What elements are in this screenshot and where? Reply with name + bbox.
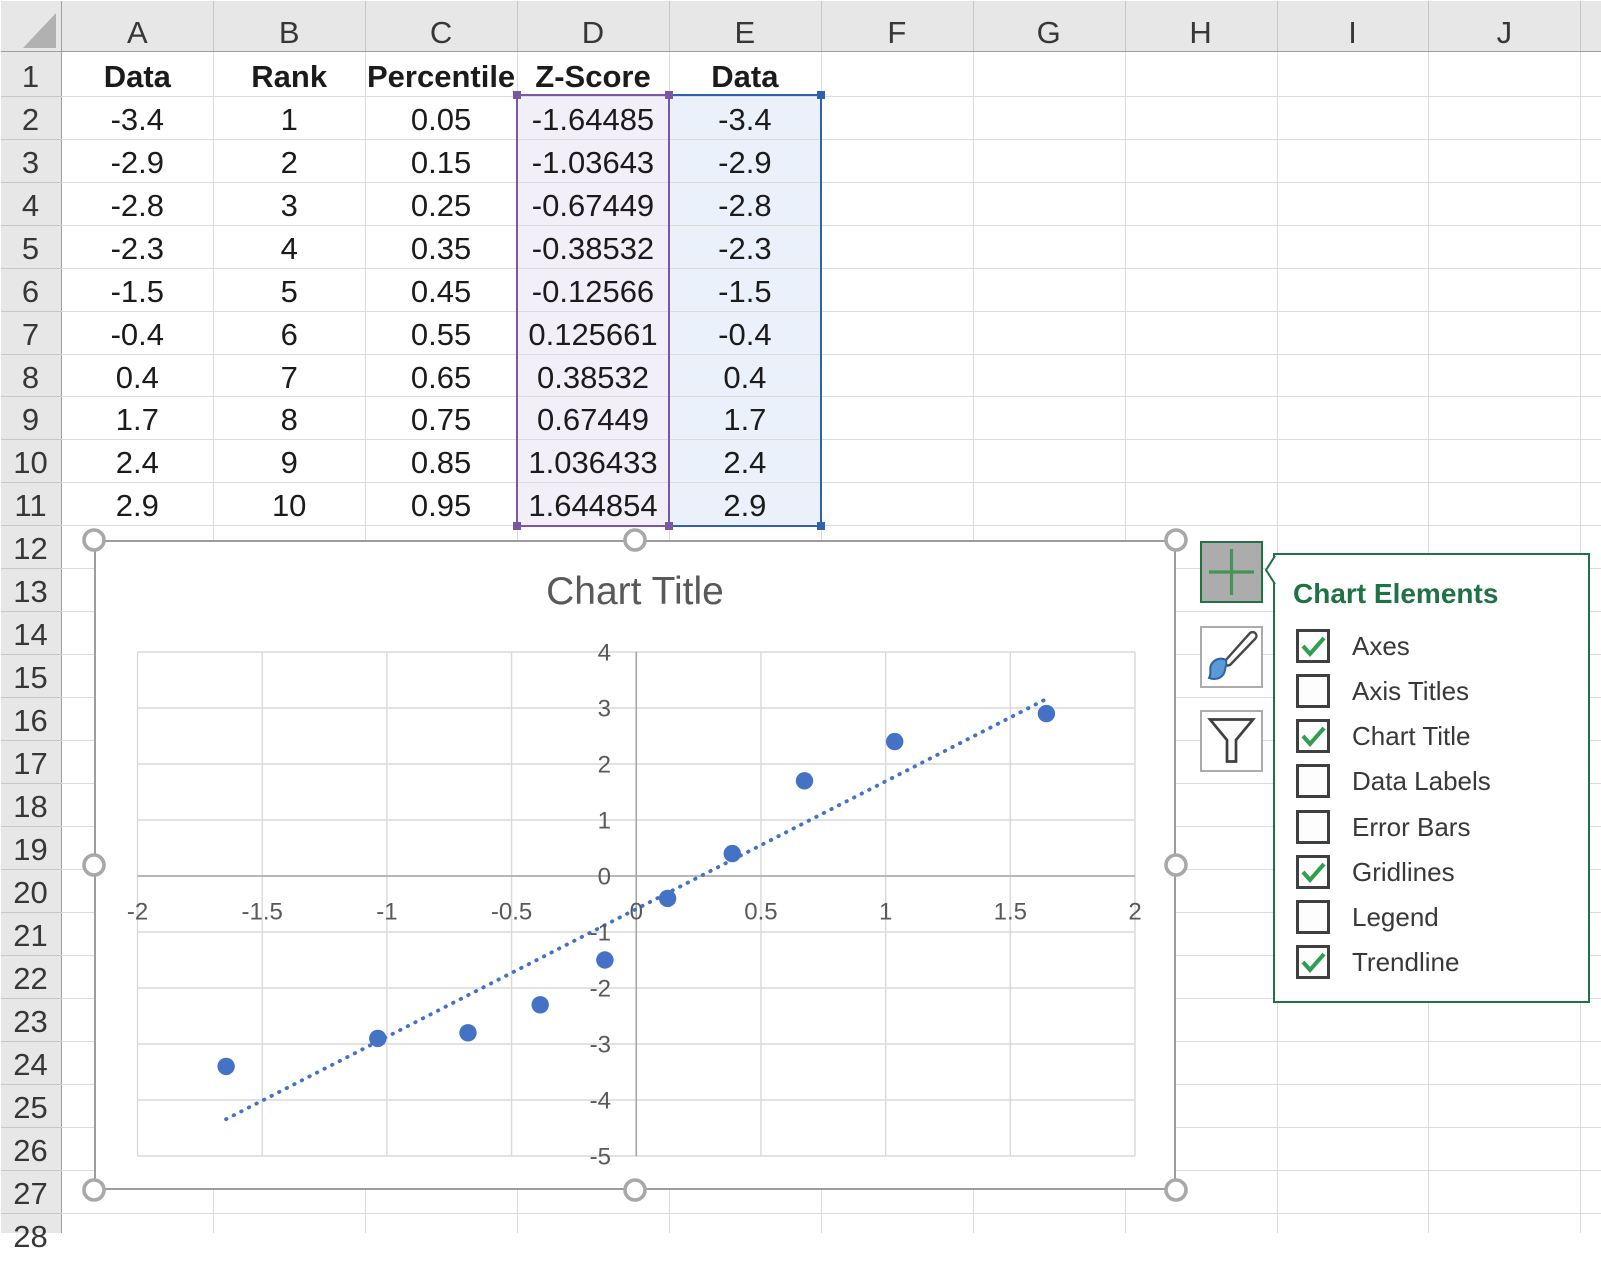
- svg-text:4: 4: [598, 640, 611, 667]
- svg-text:-0.5: -0.5: [491, 899, 532, 926]
- svg-text:3: 3: [598, 696, 611, 723]
- svg-text:1: 1: [598, 808, 611, 835]
- svg-text:1: 1: [879, 899, 892, 926]
- svg-text:Chart Title: Chart Title: [546, 570, 724, 613]
- svg-text:0: 0: [630, 899, 643, 926]
- svg-text:-3: -3: [590, 1032, 611, 1059]
- svg-text:1.5: 1.5: [994, 899, 1027, 926]
- svg-text:2: 2: [1128, 899, 1141, 926]
- svg-text:-2: -2: [127, 899, 148, 926]
- svg-text:-1.5: -1.5: [242, 899, 283, 926]
- svg-text:-5: -5: [590, 1144, 611, 1171]
- svg-text:-1: -1: [590, 920, 611, 947]
- svg-text:0: 0: [598, 864, 611, 891]
- svg-text:2: 2: [598, 752, 611, 779]
- svg-text:-1: -1: [376, 899, 397, 926]
- svg-text:-2: -2: [590, 976, 611, 1003]
- svg-text:0.5: 0.5: [744, 899, 777, 926]
- svg-text:-4: -4: [590, 1088, 611, 1115]
